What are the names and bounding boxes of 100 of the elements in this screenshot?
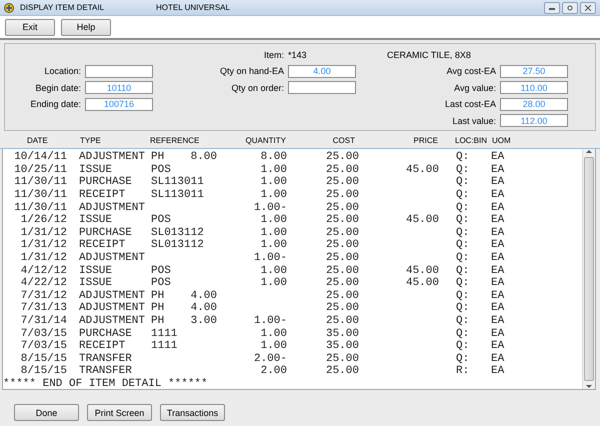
table-cell-text: 25.00 (324, 352, 359, 365)
table-cell-text: EA (490, 202, 506, 214)
input-field[interactable]: 110.00 (500, 81, 568, 94)
table-cell-text: 1.00 (260, 264, 287, 277)
table-cell-text: Q: (455, 328, 470, 340)
table-cell-text: 7/31/13 (20, 302, 67, 314)
table-cell-text: 1/31/12 (20, 226, 67, 239)
table-cell-text: SL013112 (151, 239, 205, 252)
input-field[interactable]: 10110 (85, 81, 153, 94)
column-header: TYPE (79, 136, 102, 145)
input-field[interactable]: 28.00 (500, 98, 568, 110)
table-cell-text: 1/31/12 (20, 239, 67, 252)
footer-button[interactable]: Done (14, 404, 79, 421)
field-label: Last value: (451, 116, 496, 126)
table-cell-text: Q: (455, 239, 470, 252)
close-button[interactable] (580, 2, 596, 14)
table-cell-text: 1.00 (260, 328, 287, 340)
scroll-down-icon[interactable] (586, 383, 592, 389)
table-cell-text: 25.00 (324, 302, 359, 314)
table-cell-text: Q: (455, 176, 470, 188)
column-header: QUANTITY (244, 136, 286, 145)
footer-button[interactable]: Print Screen (87, 404, 152, 421)
table-cell-text: Q: (455, 214, 470, 226)
table-cell-text: 1.00- (252, 252, 287, 264)
toolbar-button[interactable]: Help (61, 18, 111, 36)
table-cell-text: EA (490, 302, 506, 314)
table-cell-text: 25.00 (324, 252, 359, 264)
table-cell-text: EA (490, 315, 506, 328)
table-cell-text: EA (490, 290, 506, 302)
column-header: UOM (491, 136, 512, 145)
end-note: ***** END OF ITEM DETAIL ****** (3, 378, 209, 390)
table-cell-text: EA (490, 264, 506, 277)
input-field[interactable] (85, 64, 153, 78)
toolbar-button[interactable]: Exit (5, 18, 55, 36)
field-label: Ending date: (29, 99, 81, 109)
scroll-thumb[interactable] (584, 157, 594, 381)
table-cell-text: TRANSFER (78, 365, 133, 378)
table-cell-text: EA (490, 365, 506, 378)
footer-button[interactable]: Transactions (160, 404, 225, 421)
restore-icon (567, 4, 573, 10)
input-field[interactable]: 112.00 (500, 114, 568, 127)
table-cell-text: POS (151, 214, 172, 226)
table-cell-text: 11/30/11 (13, 176, 67, 188)
scroll-up-icon[interactable] (586, 149, 592, 155)
table-cell-text: 25.00 (324, 202, 359, 214)
table-cell-text: POS (151, 264, 172, 277)
restore-button[interactable] (562, 2, 578, 14)
minimize-button[interactable] (544, 2, 560, 14)
input-field[interactable]: 100716 (85, 98, 153, 110)
table-cell-text: ISSUE (78, 277, 114, 290)
table-cell-text: 25.00 (324, 239, 359, 252)
table-cell-text: Q: (455, 252, 470, 264)
table-cell-text: Q: (455, 277, 470, 290)
table-cell-text: 25.00 (324, 176, 359, 188)
table-cell-text: 1.00 (260, 239, 287, 252)
table-cell-text: 1111 (151, 328, 178, 340)
input-field[interactable] (288, 81, 356, 94)
item-label: Item: (262, 50, 284, 60)
table-cell-text: 25.00 (324, 226, 359, 239)
table-cell-text: SL113011 (151, 176, 205, 188)
table-cell-text: ISSUE (78, 164, 114, 176)
table-cell-text: 1.00 (260, 164, 287, 176)
table-cell: PH 4.00 (151, 302, 216, 314)
field-label: Qty on hand-EA (218, 66, 284, 76)
app-icon (4, 2, 14, 12)
input-field[interactable]: 27.50 (500, 64, 568, 78)
table-cell-text: 2.00- (252, 352, 287, 365)
table-cell-text: POS (151, 277, 172, 290)
table-cell-text: 2.00 (260, 365, 287, 378)
table-cell-text: EA (490, 252, 506, 264)
table-cell-text: EA (490, 277, 506, 290)
table-cell-text: 1.00 (260, 226, 287, 239)
table-cell-text: EA (490, 189, 506, 202)
table-cell-text: 7/31/12 (20, 290, 67, 302)
table-cell-text: 11/30/11 (13, 189, 67, 202)
table-cell-text: PURCHASE (78, 226, 133, 239)
item-description: CERAMIC TILE, 8X8 (386, 50, 472, 60)
table-cell-text: 25.00 (324, 264, 359, 277)
column-header: REFERENCE (150, 136, 200, 145)
table-cell-text: EA (490, 226, 506, 239)
scrollbar[interactable] (582, 149, 595, 389)
table-cell-text: EA (490, 328, 506, 340)
column-header: LOC:BIN (454, 136, 485, 145)
table-cell-text: Q: (455, 302, 470, 314)
table-cell-text: 25.00 (324, 214, 359, 226)
table-cell-text: ADJUSTMENT (78, 151, 146, 164)
field-label: Last cost-EA (444, 99, 496, 109)
field-label: Qty on order: (230, 82, 284, 92)
field-label: Location: (43, 66, 81, 76)
table-cell-text: 25.00 (324, 277, 359, 290)
minimize-icon (549, 6, 555, 10)
table-cell-text: ADJUSTMENT (78, 302, 146, 314)
table-cell-text: EA (490, 164, 506, 176)
table-cell-text: 8/15/15 (20, 352, 67, 365)
table-cell-text: 8/15/15 (20, 365, 67, 378)
field-label: Avg value: (453, 82, 496, 92)
table-cell: PH 8.00 (151, 151, 216, 164)
table-cell-text: 1.00 (260, 277, 287, 290)
input-field[interactable]: 4.00 (288, 64, 356, 78)
close-icon (585, 4, 591, 10)
